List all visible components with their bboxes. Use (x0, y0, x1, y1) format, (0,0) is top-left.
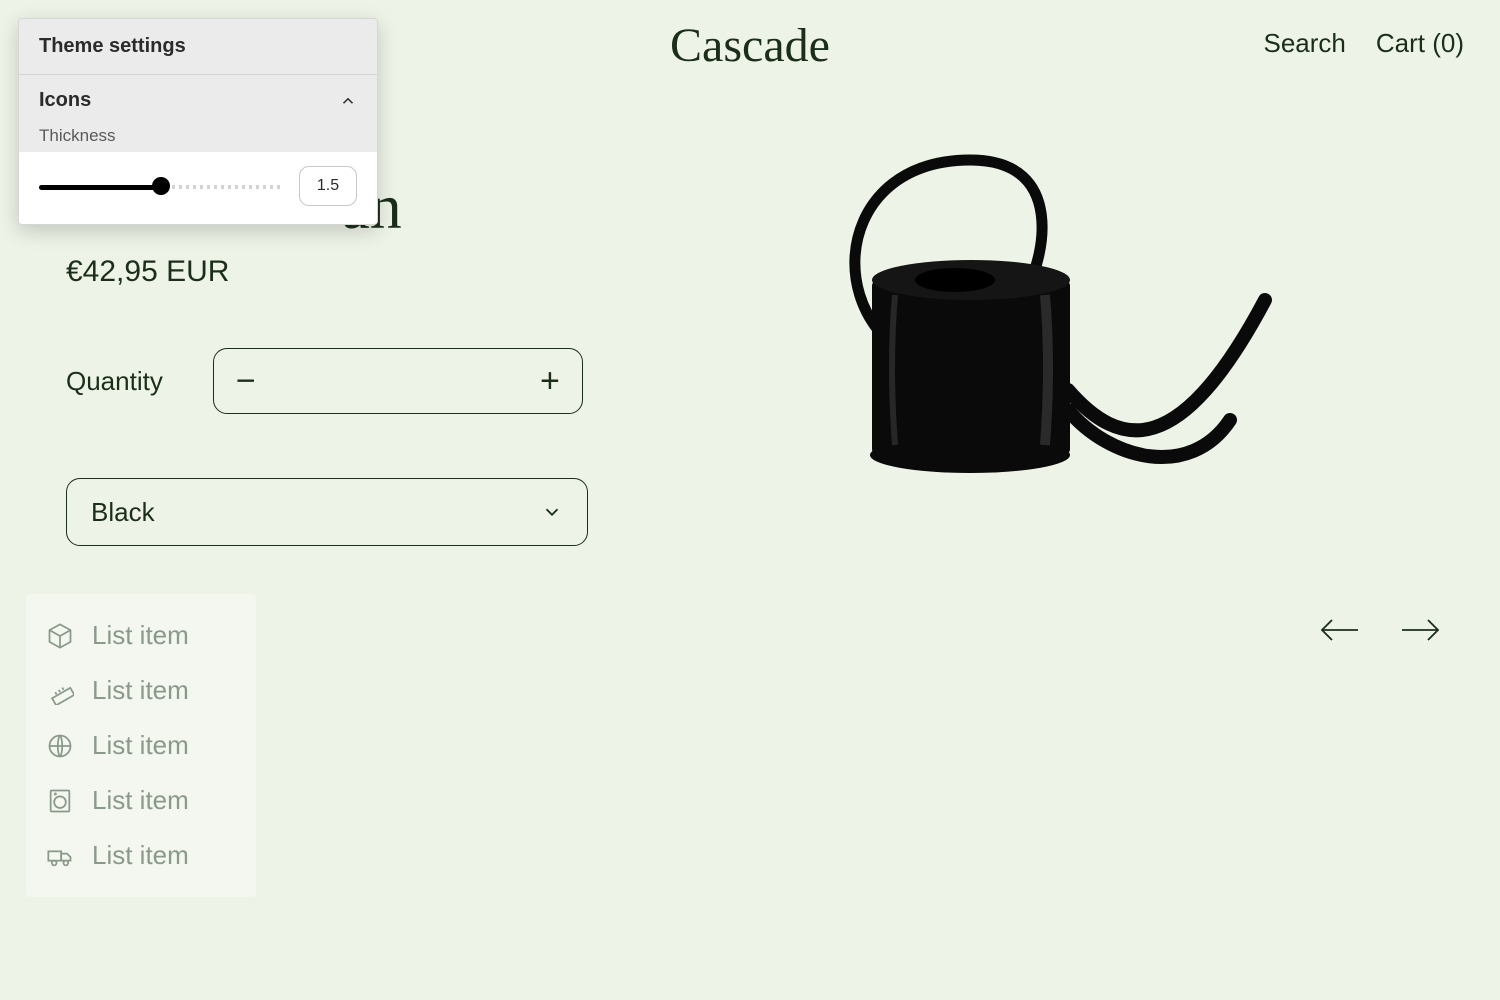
chevron-up-icon (339, 92, 357, 110)
brand-logo[interactable]: Cascade (670, 18, 830, 73)
list-item-label: List item (92, 730, 189, 761)
gallery-arrows (1320, 615, 1440, 645)
theme-settings-panel: Theme settings Icons Thickness (18, 18, 378, 225)
search-link[interactable]: Search (1263, 28, 1345, 59)
quantity-increase-button[interactable]: + (540, 364, 560, 398)
globe-icon (46, 732, 74, 760)
list-item: List item (40, 663, 242, 718)
settings-section-icons[interactable]: Icons (19, 75, 377, 118)
list-item: List item (40, 773, 242, 828)
slider-thumb[interactable] (152, 177, 170, 195)
quantity-decrease-button[interactable]: − (236, 364, 256, 398)
thickness-slider-row (19, 152, 377, 224)
list-item-label: List item (92, 620, 189, 651)
chevron-down-icon (541, 501, 563, 523)
thickness-slider[interactable] (39, 176, 283, 196)
variant-selected-label: Black (91, 497, 155, 528)
list-item: List item (40, 718, 242, 773)
settings-thickness-label: Thickness (19, 118, 377, 152)
quantity-label: Quantity (66, 366, 163, 397)
arrow-left-icon[interactable] (1320, 615, 1360, 645)
washer-icon (46, 787, 74, 815)
list-item-label: List item (92, 840, 189, 871)
arrow-right-icon[interactable] (1400, 615, 1440, 645)
quantity-row: Quantity − + (66, 348, 583, 414)
package-icon (46, 622, 74, 650)
list-item: List item (40, 608, 242, 663)
product-price: €42,95 EUR (66, 255, 229, 289)
list-item-label: List item (92, 785, 189, 816)
header-actions: Search Cart (0) (1263, 28, 1464, 59)
settings-section-title: Icons (39, 89, 91, 112)
cart-link[interactable]: Cart (0) (1376, 28, 1464, 59)
quantity-stepper: − + (213, 348, 583, 414)
list-item: List item (40, 828, 242, 883)
list-item-label: List item (92, 675, 189, 706)
thickness-value-input[interactable] (299, 166, 357, 206)
info-list: List item List item List item List item … (26, 594, 256, 897)
truck-icon (46, 842, 74, 870)
ruler-icon (46, 677, 74, 705)
product-image (760, 150, 1280, 510)
settings-panel-title: Theme settings (19, 19, 377, 75)
variant-select[interactable]: Black (66, 478, 588, 546)
